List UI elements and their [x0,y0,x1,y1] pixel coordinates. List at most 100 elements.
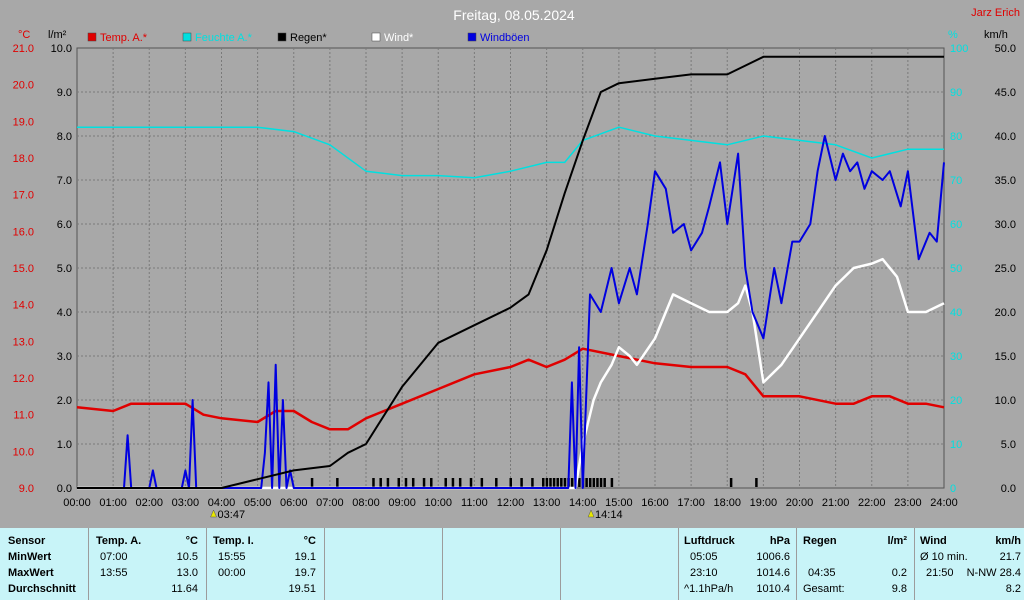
rain-max-time: 04:35 [808,567,836,579]
rain-tick-label: 4.0 [57,307,72,319]
temp-a-avg-value: 11.64 [171,583,198,595]
sunrise-icon [210,509,217,518]
wind-header: Wind [920,535,947,547]
temp-i-min-time: 15:55 [218,551,246,563]
wind-tick-label: 0.0 [1001,483,1016,495]
time-tick-label: 08:00 [352,497,380,509]
pressure-avg-value: 1010.4 [756,583,790,595]
time-tick-label: 07:00 [316,497,344,509]
rain-max-value: 0.2 [891,567,907,579]
rain-event-mark [411,478,415,487]
time-tick-label: 03:00 [172,497,200,509]
time-tick-label: 11:00 [461,497,488,509]
temp-a-min-value: 10.5 [176,551,198,563]
time-tick-label: 15:00 [605,497,633,509]
rain-event-mark [729,478,733,487]
sunset-time: 14:14 [595,509,623,521]
sensor-header: Sensor [8,535,46,547]
rain-event-mark [552,478,556,487]
rain-event-mark [469,478,473,487]
sunset-icon [587,509,595,518]
time-tick-label: 05:00 [244,497,272,509]
sunrise-time: 03:47 [218,509,246,521]
rain-event-mark [520,478,523,487]
rain-tick-label: 2.0 [57,395,72,407]
pressure-min-time: 05:05 [690,551,718,563]
wind-tick-label: 15.0 [995,351,1016,363]
legend-swatch [371,32,381,42]
temp-tick-label: 16.0 [13,226,34,238]
temp-i-max-time: 00:00 [218,567,246,579]
temp-i-avg-value: 19.51 [288,583,316,595]
rain-tick-label: 10.0 [51,43,72,55]
temp-a-max-time: 13:55 [100,567,128,579]
rain-event-mark [578,478,581,487]
humidity-tick-label: 70 [950,175,962,187]
pressure-trend: ^1.1hPa/h [684,583,734,595]
wind-tick-label: 10.0 [995,395,1016,407]
temp-tick-label: 13.0 [13,336,34,348]
temp-tick-label: 10.0 [13,446,34,458]
credit-label: Jarz Erich [971,7,1020,19]
time-tick-label: 04:00 [208,497,236,509]
temp-a-header: Temp. A. [96,535,142,547]
legend-swatch [277,32,287,42]
temp-a-unit: °C [185,535,198,547]
rain-event-mark [386,478,390,487]
rain-tick-label: 1.0 [57,439,72,451]
wind-tick-label: 30.0 [995,219,1016,231]
time-tick-label: 17:00 [677,497,705,509]
wind-unit: km/h [995,535,1021,547]
temp-tick-label: 12.0 [13,373,34,385]
rain-event-mark [610,478,614,487]
rain-tick-label: 0.0 [57,483,72,495]
time-tick-label: 10:00 [424,497,452,509]
rain-event-mark [397,478,401,487]
rain-event-mark [549,478,552,487]
time-tick-label: 13:00 [533,497,561,509]
rain-event-mark [588,478,592,487]
rain-unit: l/m² [887,535,907,547]
rain-tick-label: 9.0 [57,87,72,99]
rain-tick-label: 5.0 [57,263,72,275]
rain-event-mark [495,478,498,487]
wind-tick-label: 50.0 [995,43,1016,55]
wind-avg10-value: 21.7 [999,551,1021,563]
rain-event-mark [444,478,447,487]
pressure-unit: hPa [769,535,790,547]
rain-event-mark [531,478,534,487]
temp-tick-label: 11.0 [13,410,34,422]
temp-i-min-value: 19.1 [294,551,316,563]
rain-event-mark [422,478,426,487]
chart-title: Freitag, 08.05.2024 [453,7,575,23]
legend-label: Windböen [480,32,530,44]
legend-swatch [87,32,97,42]
rain-event-mark [480,478,484,487]
row-avg-label: Durchschnitt [8,583,76,595]
wind-avg10-label: Ø 10 min. [920,551,968,563]
wind-tick-label: 25.0 [995,263,1016,275]
time-tick-label: 20:00 [786,497,814,509]
temp-tick-label: 21.0 [13,43,34,55]
time-tick-label: 21:00 [822,497,850,509]
rain-header: Regen [803,535,837,547]
humidity-tick-label: 90 [950,87,962,99]
wind-tick-label: 5.0 [1001,439,1016,451]
temp-i-unit: °C [303,535,316,547]
rain-event-mark [563,478,567,487]
temp-a-max-value: 13.0 [176,567,198,579]
temp-i-max-value: 19.7 [294,567,316,579]
rain-tick-label: 8.0 [57,131,72,143]
rain-event-mark [596,478,599,487]
time-tick-label: 14:00 [569,497,597,509]
summary-table: Sensor MinWert MaxWert Durchschnitt Temp… [0,528,1024,600]
temp-tick-label: 20.0 [13,80,34,92]
rain-event-mark [755,478,758,487]
rain-event-mark [585,478,588,487]
time-tick-label: 12:00 [497,497,525,509]
rain-tick-label: 6.0 [57,219,72,231]
rain-event-mark [404,478,408,487]
temp-tick-label: 17.0 [13,190,34,202]
time-tick-label: 09:00 [388,497,416,509]
rain-event-mark [603,478,606,487]
